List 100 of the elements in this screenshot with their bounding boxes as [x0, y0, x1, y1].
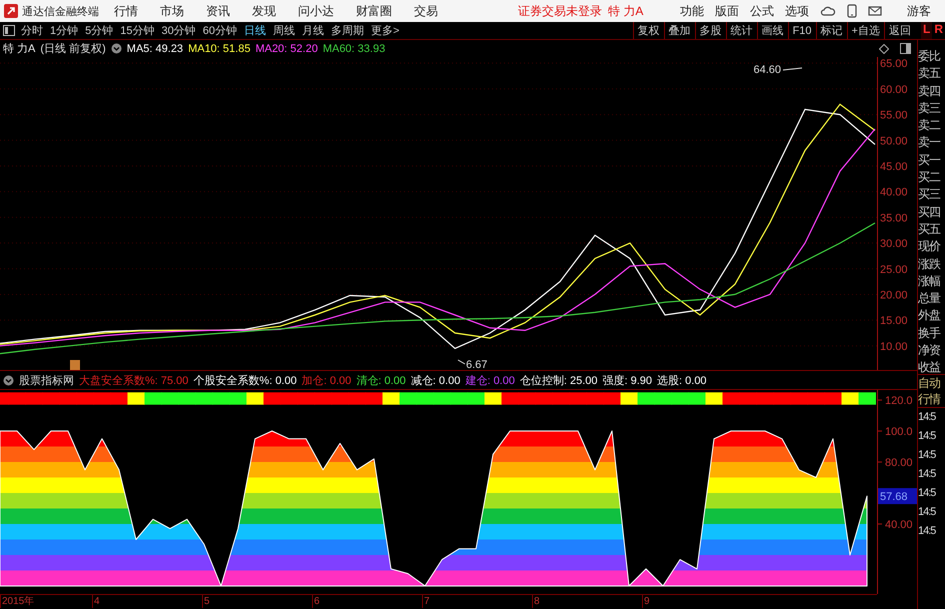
cloud-icon[interactable] [820, 4, 836, 18]
axis-label: 15.00 [880, 315, 908, 328]
indicator-value: 建仓: 0.00 [465, 374, 515, 388]
quote-label[interactable]: 卖三 [918, 100, 945, 118]
moving-average-value: MA5: 49.23 [126, 42, 184, 54]
panel-toggle-icon[interactable] [3, 25, 15, 36]
quote-label[interactable]: 卖二 [918, 117, 945, 134]
auto-quote-button[interactable]: 自动行情 [918, 375, 945, 408]
date-label: 6 [312, 595, 422, 608]
phone-icon[interactable] [847, 4, 857, 18]
quote-label[interactable]: 外盘 [918, 307, 945, 325]
diamond-icon[interactable] [879, 44, 889, 54]
moving-average-value: MA20: 52.20 [255, 42, 318, 54]
leader-line [782, 68, 802, 70]
app-logo-icon[interactable] [4, 4, 18, 18]
period-tab[interactable]: 分时 [20, 23, 44, 38]
trade-time: 14:5 [918, 524, 937, 539]
axis-label: 65.00 [880, 58, 908, 70]
indicator-value: 清仓: 0.00 [356, 374, 406, 388]
menu-item[interactable]: 公式 [750, 2, 774, 20]
menu-item[interactable]: 发现 [252, 2, 276, 20]
date-label: 7 [422, 595, 532, 608]
period-tab[interactable]: 60分钟 [202, 23, 238, 38]
menu-item[interactable]: 资讯 [206, 2, 230, 20]
marker-icon [70, 360, 80, 370]
date-label: 8 [532, 595, 642, 608]
trade-time: 14:5 [918, 448, 937, 463]
axis-label: 20.00 [880, 289, 908, 302]
trade-time: 14:5 [918, 505, 937, 520]
quote-label[interactable]: 买三 [918, 186, 945, 204]
period-tab[interactable]: 1分钟 [49, 23, 80, 38]
period-tab[interactable]: 30分钟 [160, 23, 197, 38]
quote-label[interactable]: 涨跌 [918, 256, 945, 273]
chart-mode: (日线 前复权) [40, 42, 106, 56]
user-label[interactable]: 游客 [907, 2, 931, 20]
period-tab[interactable]: 周线 [272, 23, 296, 38]
date-label: 5 [202, 595, 312, 608]
indicator-value: 仓位控制: 25.00 [520, 374, 598, 388]
axis-label: 25.00 [880, 264, 908, 276]
period-tab[interactable]: 月线 [301, 23, 325, 38]
quote-label[interactable]: 买二 [918, 169, 945, 186]
date-label: 2015年 [0, 595, 92, 608]
indicator-value: 个股安全系数%: 0.00 [193, 374, 297, 388]
menu-item[interactable]: 市场 [160, 2, 184, 20]
quote-label[interactable]: 总量 [918, 290, 945, 308]
period-tab[interactable]: 15分钟 [119, 23, 156, 38]
indicator-value: 加仓: 0.00 [302, 374, 352, 388]
quote-label[interactable]: 净资 [918, 342, 945, 360]
stock-title: 特 力A [3, 42, 36, 56]
moving-average-value: MA10: 51.85 [188, 42, 250, 54]
indicator-value: 大盘安全系数%: 75.00 [79, 374, 188, 388]
date-label: 4 [92, 595, 202, 608]
quote-label[interactable]: 买一 [918, 152, 945, 170]
quote-label[interactable]: 现价 [918, 238, 945, 256]
stock-name: 特 力A [608, 2, 644, 20]
quote-label[interactable]: 卖四 [918, 82, 945, 100]
quote-label[interactable]: 买四 [918, 204, 945, 221]
menu-item[interactable]: 版面 [715, 2, 739, 20]
menu-item[interactable]: 功能 [680, 2, 704, 20]
indicator-name: 股票指标网 [19, 374, 74, 388]
price-annotation: 64.60 [753, 64, 781, 76]
axis-label: 30.00 [880, 238, 908, 250]
date-label: 9 [642, 595, 752, 608]
period-tab[interactable]: 多周期 [330, 23, 365, 38]
period-tab[interactable]: 5分钟 [84, 23, 114, 38]
quote-label[interactable]: 委比 [918, 48, 945, 66]
indicator-value: 选股: 0.00 [657, 374, 707, 388]
envelope-icon[interactable] [868, 5, 882, 17]
period-tab[interactable]: 日线 [243, 23, 267, 38]
quote-label[interactable]: 换手 [918, 324, 945, 342]
corner-label: L [920, 22, 932, 39]
menu-item[interactable]: 问小达 [298, 2, 334, 20]
leader-line [458, 360, 466, 364]
app-title: 通达信金融终端 [22, 4, 99, 18]
menu-item[interactable]: 行情 [114, 2, 138, 20]
axis-label: 45.00 [880, 160, 908, 173]
menu-item[interactable]: 交易 [414, 2, 438, 20]
login-notice[interactable]: 证券交易未登录 [518, 2, 602, 20]
axis-label: 40.00 [880, 186, 908, 199]
trade-time: 14:5 [918, 410, 937, 425]
indicator-value: 强度: 9.90 [602, 374, 652, 388]
trade-time: 14:5 [918, 467, 937, 482]
quote-label[interactable]: 收益 [918, 359, 945, 377]
window-icon[interactable] [900, 43, 911, 54]
quote-label[interactable]: 卖五 [918, 65, 945, 83]
period-tab[interactable]: 更多> [370, 23, 400, 38]
quote-label[interactable]: 涨幅 [918, 272, 945, 290]
axis-label: 120.0 [885, 395, 913, 408]
quote-label[interactable]: 卖一 [918, 134, 945, 152]
trade-time: 14:5 [918, 486, 937, 501]
quote-label[interactable]: 买五 [918, 220, 945, 238]
axis-label: 40.00 [885, 518, 913, 531]
corner-label: R [933, 22, 944, 38]
axis-label: 80.00 [885, 457, 913, 470]
axis-label: 60.00 [880, 84, 908, 96]
menu-item[interactable]: 财富圈 [356, 2, 392, 20]
current-value-label: 57.68 [878, 488, 917, 504]
axis-label: 50.00 [880, 135, 908, 148]
moving-average-value: MA60: 33.93 [322, 42, 386, 54]
menu-item[interactable]: 选项 [785, 2, 809, 20]
